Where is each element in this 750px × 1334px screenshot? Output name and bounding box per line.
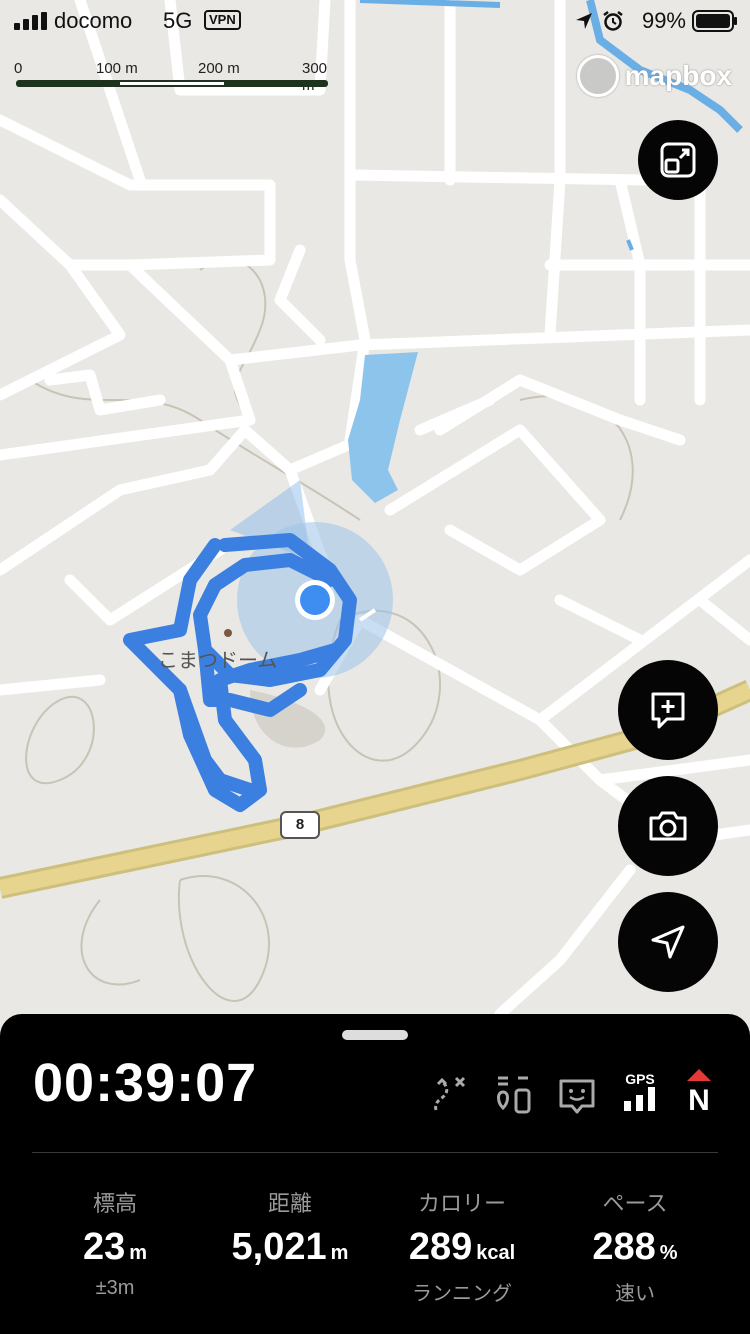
stat-value: 288 bbox=[592, 1226, 656, 1268]
mapbox-wordmark: mapbox bbox=[624, 60, 732, 91]
battery-icon bbox=[692, 10, 737, 32]
panel-toolbar: GPS N bbox=[428, 1068, 714, 1116]
poi-label: こまつドーム bbox=[158, 650, 278, 672]
network-type: 5G bbox=[163, 8, 193, 33]
stat-value: 289 bbox=[408, 1226, 473, 1268]
stat-sub: ランニング bbox=[412, 1283, 512, 1305]
gps-signal: GPS bbox=[622, 1071, 658, 1116]
north-compass[interactable]: N bbox=[684, 1068, 714, 1116]
elapsed-timer: 00:39:07 bbox=[33, 1053, 258, 1113]
scale-tick: 300 m bbox=[302, 60, 328, 94]
gps-signal-icon bbox=[624, 1087, 655, 1111]
feedback-icon[interactable] bbox=[558, 1078, 596, 1116]
map-scale-bar: 0 100 m 200 m 300 m bbox=[14, 60, 334, 94]
compass-label: N bbox=[688, 1084, 710, 1117]
route-off-icon[interactable] bbox=[428, 1074, 468, 1116]
north-compass-icon bbox=[687, 1069, 711, 1081]
mapbox-logo-icon bbox=[576, 55, 619, 97]
stat-unit: m bbox=[129, 1242, 148, 1264]
vpn-badge: VPN bbox=[204, 10, 241, 30]
add-note-icon bbox=[651, 692, 685, 729]
carrier-name: docomo bbox=[54, 8, 133, 33]
scale-tick: 200 m bbox=[198, 60, 240, 77]
stat-calories: カロリー 289 kcal ランニング bbox=[387, 1186, 537, 1306]
add-note-button[interactable] bbox=[618, 660, 718, 760]
location-arrow-icon bbox=[651, 925, 685, 959]
my-location-button[interactable] bbox=[618, 892, 718, 992]
stat-sub: ±3m bbox=[95, 1277, 135, 1299]
gps-label: GPS bbox=[625, 1071, 655, 1087]
battery-percentage: 99% bbox=[641, 8, 686, 33]
panel-divider bbox=[32, 1152, 718, 1153]
waypoints-icon[interactable] bbox=[494, 1074, 532, 1116]
stat-label: 距離 bbox=[267, 1191, 312, 1216]
stat-unit: m bbox=[330, 1242, 349, 1264]
stat-unit: kcal bbox=[476, 1242, 516, 1264]
cellular-signal-icon bbox=[14, 12, 47, 30]
location-services-icon bbox=[576, 13, 592, 29]
stat-pace: ペース 288% 速い bbox=[560, 1186, 710, 1306]
alarm-icon bbox=[603, 11, 623, 31]
drag-handle[interactable] bbox=[342, 1030, 408, 1040]
camera-icon bbox=[649, 811, 687, 841]
stat-distance: 距離 5,021 m bbox=[215, 1186, 365, 1277]
stat-sub: 速い bbox=[615, 1283, 655, 1305]
stat-unit: % bbox=[659, 1242, 678, 1264]
mapbox-attribution[interactable]: mapbox bbox=[576, 55, 732, 97]
screen: こまつドーム 8 docomo 5G VPN 99% 0 100 m 200 m… bbox=[0, 0, 750, 1334]
activity-panel: 00:39:07 GPS N 標高 23 m ±3m 距離 5,021 m カロ… bbox=[0, 1014, 750, 1334]
stat-value: 5,021 bbox=[231, 1226, 327, 1268]
scale-bar-segment bbox=[120, 82, 224, 85]
stat-value: 23 bbox=[82, 1226, 126, 1268]
scale-tick: 100 m bbox=[96, 60, 138, 77]
scale-tick: 0 bbox=[14, 60, 23, 77]
road-number-badge: 8 bbox=[280, 811, 320, 839]
status-bar: docomo 5G VPN 99% bbox=[0, 0, 750, 40]
expand-icon bbox=[660, 142, 696, 178]
stat-elevation: 標高 23 m ±3m bbox=[40, 1186, 190, 1300]
stat-label: ペース bbox=[602, 1191, 668, 1216]
stat-label: カロリー bbox=[417, 1191, 506, 1216]
expand-map-button[interactable] bbox=[638, 120, 718, 200]
camera-button[interactable] bbox=[618, 776, 718, 876]
stat-label: 標高 bbox=[92, 1191, 137, 1216]
